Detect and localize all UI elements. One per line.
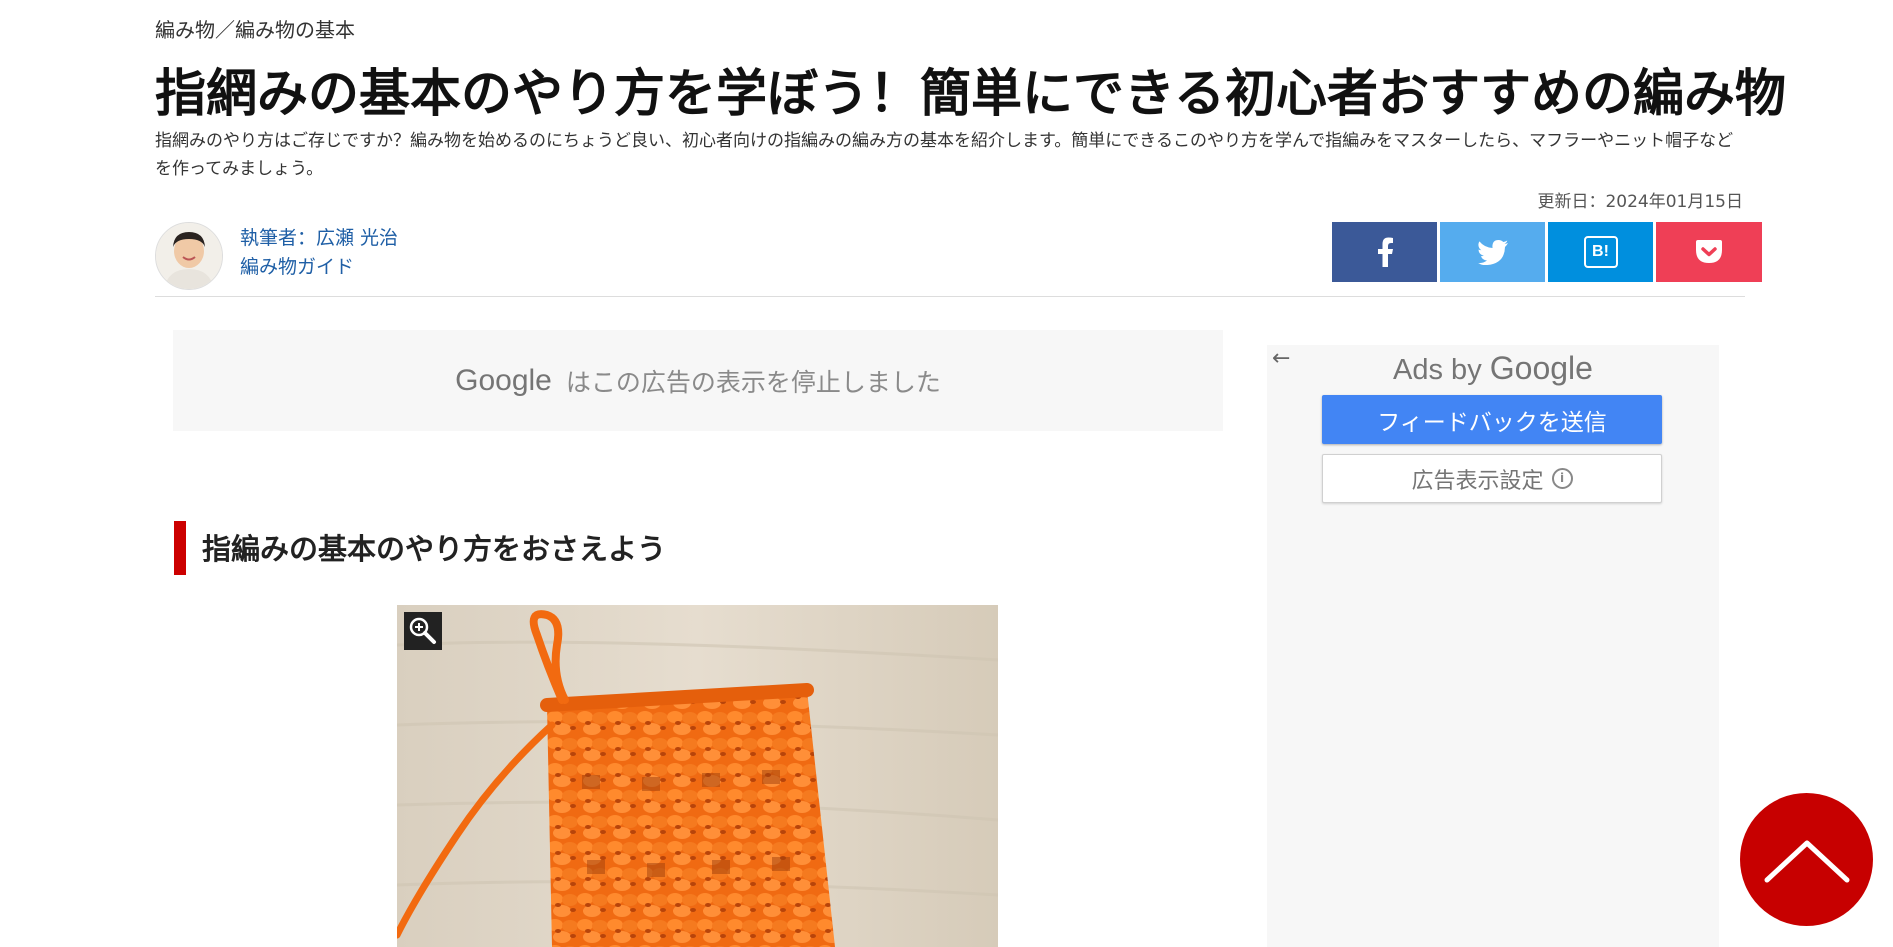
zoom-icon[interactable] — [404, 612, 442, 650]
knitting-photo[interactable] — [397, 605, 998, 947]
section-accent-bar — [174, 521, 186, 575]
updated-date: 更新日：2024年01月15日 — [1537, 192, 1743, 212]
breadcrumb[interactable]: 編み物／編み物の基本 — [155, 14, 355, 43]
send-feedback-button[interactable]: フィードバックを送信 — [1322, 395, 1662, 444]
ad-settings-button[interactable]: 広告表示設定 i — [1322, 454, 1662, 503]
header-divider — [155, 296, 1745, 297]
google-logo: Google — [455, 363, 552, 397]
back-to-top-button[interactable] — [1740, 793, 1873, 926]
facebook-share-button[interactable] — [1332, 222, 1437, 282]
page-title: 指網みの基本のやり方を学ぼう！簡単にできる初心者おすすめの編み物 — [155, 65, 1786, 124]
pocket-icon — [1696, 240, 1722, 263]
article-lead: 指網みのやり方はご存じですか？編み物を始めるのにちょうど良い、初心者向けの指編み… — [155, 131, 1734, 179]
ads-by-label: Ads by — [1393, 354, 1482, 386]
ad-stopped-text: はこの広告の表示を停止しました — [565, 367, 941, 397]
hatena-label: B! — [1592, 243, 1609, 260]
info-icon: i — [1551, 468, 1573, 489]
ad-stopped-notice: Google はこの広告の表示を停止しました — [173, 330, 1223, 431]
facebook-icon — [1377, 237, 1393, 267]
twitter-icon — [1477, 239, 1508, 265]
author-info: 執筆者：広瀬 光治 編み物ガイド — [240, 224, 398, 282]
author-avatar[interactable] — [155, 222, 223, 290]
google-wordmark: Google — [1489, 350, 1593, 386]
hatena-bookmark-icon: B! — [1583, 236, 1618, 268]
pocket-share-button[interactable] — [1656, 222, 1762, 282]
ads-by-google: Ads by Google — [1267, 350, 1719, 387]
author-name-link[interactable]: 執筆者：広瀬 光治 — [240, 224, 398, 253]
twitter-share-button[interactable] — [1440, 222, 1545, 282]
hatena-bookmark-button[interactable]: B! — [1548, 222, 1653, 282]
author-guide-link[interactable]: 編み物ガイド — [240, 253, 398, 282]
chevron-up-icon — [1764, 840, 1849, 882]
section-heading: 指編みの基本のやり方をおさえよう — [202, 532, 667, 566]
ad-settings-label: 広告表示設定 — [1411, 468, 1544, 494]
